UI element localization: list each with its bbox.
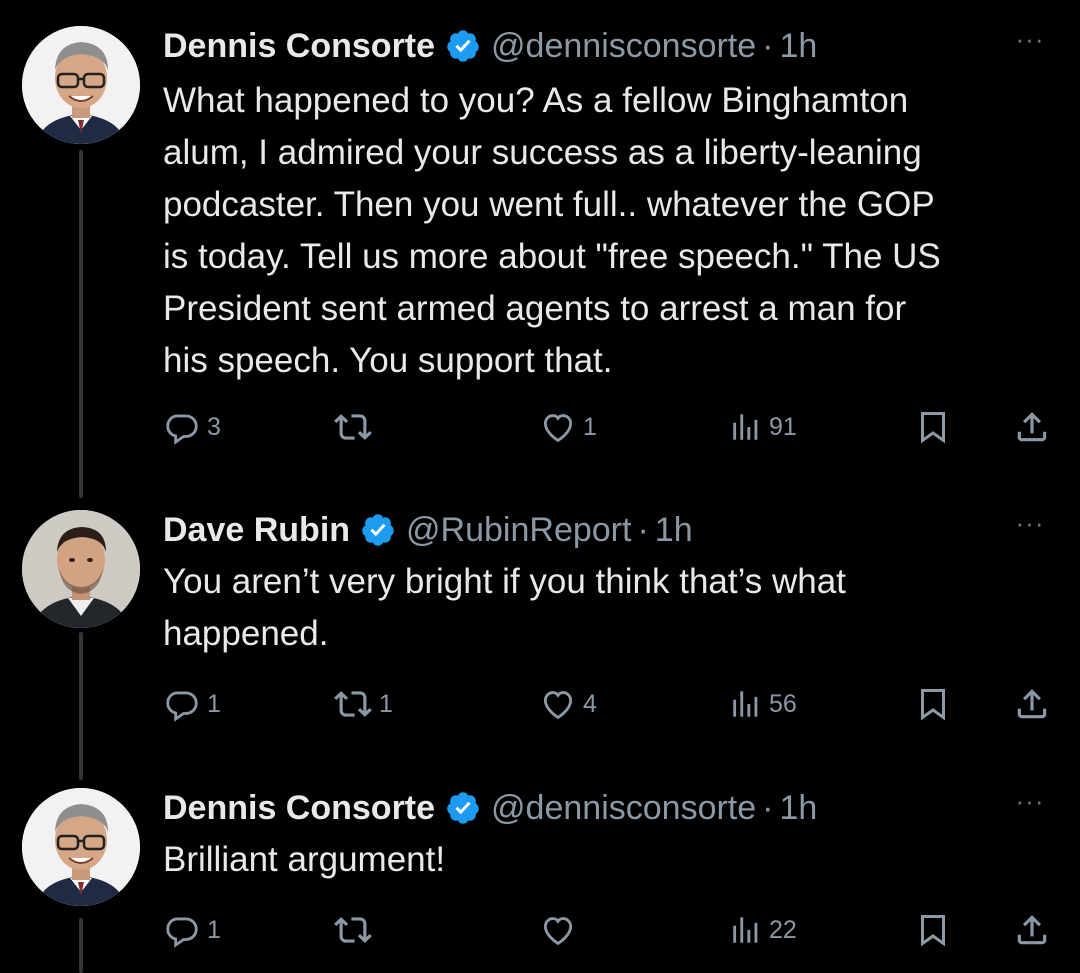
more-options-icon[interactable]: ··· [1010, 24, 1050, 54]
views-count: 56 [769, 689, 797, 718]
tweet-actions: 1 22 [163, 908, 1058, 952]
views-icon [729, 408, 763, 446]
views-count: 22 [769, 915, 797, 944]
like-count: 4 [583, 689, 597, 718]
timestamp[interactable]: 1h [780, 22, 818, 70]
repost-count: 1 [379, 689, 393, 718]
share-icon [1013, 685, 1051, 723]
repost-icon [333, 911, 373, 949]
bookmark-button[interactable] [915, 682, 951, 726]
bookmark-button[interactable] [915, 405, 951, 449]
views-button[interactable]: 22 [729, 908, 797, 952]
heart-icon [539, 911, 577, 949]
reply-button[interactable]: 3 [163, 405, 221, 449]
views-button[interactable]: 56 [729, 682, 797, 726]
author-handle[interactable]: @dennisconsorte [491, 784, 756, 832]
heart-icon [539, 685, 577, 723]
bookmark-icon [915, 911, 951, 949]
tweet[interactable]: Dennis Consorte @dennisconsorte · 1h ···… [0, 770, 1080, 973]
separator: · [762, 789, 774, 827]
author-name[interactable]: Dennis Consorte [163, 784, 435, 832]
timestamp[interactable]: 1h [780, 784, 818, 832]
repost-icon [333, 408, 373, 446]
repost-icon [333, 685, 373, 723]
views-icon [729, 685, 763, 723]
tweet[interactable]: Dave Rubin @RubinReport · 1h ··· You are… [0, 490, 1080, 760]
tweet-actions: 1 1 4 56 [163, 682, 1058, 726]
views-button[interactable]: 91 [729, 405, 797, 449]
tweet-header: Dennis Consorte @dennisconsorte · 1h [163, 784, 1056, 832]
verified-badge-icon [360, 512, 396, 548]
separator: · [637, 511, 649, 549]
timestamp[interactable]: 1h [655, 506, 693, 554]
share-icon [1013, 408, 1051, 446]
repost-button[interactable] [333, 908, 379, 952]
author-name[interactable]: Dave Rubin [163, 506, 350, 554]
repost-button[interactable]: 1 [333, 682, 393, 726]
tweet[interactable]: Dennis Consorte @dennisconsorte · 1h ···… [0, 0, 1080, 490]
separator: · [762, 27, 774, 65]
avatar[interactable] [22, 788, 140, 906]
reply-icon [163, 911, 201, 949]
verified-badge-icon [445, 790, 481, 826]
reply-count: 3 [207, 412, 221, 441]
share-button[interactable] [1013, 908, 1051, 952]
repost-button[interactable] [333, 405, 379, 449]
heart-icon [539, 408, 577, 446]
avatar[interactable] [22, 26, 140, 144]
reply-button[interactable]: 1 [163, 908, 221, 952]
bookmark-icon [915, 685, 951, 723]
share-button[interactable] [1013, 682, 1051, 726]
tweet-text: Brilliant argument! [163, 840, 446, 879]
tweet-header: Dave Rubin @RubinReport · 1h [163, 506, 1056, 554]
views-count: 91 [769, 412, 797, 441]
tweet-actions: 3 1 91 [163, 405, 1058, 449]
more-options-icon[interactable]: ··· [1010, 508, 1050, 538]
avatar[interactable] [22, 510, 140, 628]
bookmark-icon [915, 408, 951, 446]
reply-count: 1 [207, 689, 221, 718]
more-options-icon[interactable]: ··· [1010, 786, 1050, 816]
author-handle[interactable]: @RubinReport [406, 506, 631, 554]
author-handle[interactable]: @dennisconsorte [491, 22, 756, 70]
reply-button[interactable]: 1 [163, 682, 221, 726]
tweet-header: Dennis Consorte @dennisconsorte · 1h [163, 22, 1056, 70]
verified-badge-icon [445, 28, 481, 64]
like-button[interactable] [539, 908, 583, 952]
like-button[interactable]: 4 [539, 682, 597, 726]
like-count: 1 [583, 412, 597, 441]
tweet-text: What happened to you? As a fellow Bingha… [163, 81, 941, 380]
views-icon [729, 911, 763, 949]
reply-count: 1 [207, 915, 221, 944]
share-icon [1013, 911, 1051, 949]
share-button[interactable] [1013, 405, 1051, 449]
like-button[interactable]: 1 [539, 405, 597, 449]
bookmark-button[interactable] [915, 908, 951, 952]
author-name[interactable]: Dennis Consorte [163, 22, 435, 70]
tweet-text: You aren’t very bright if you think that… [163, 562, 846, 653]
reply-icon [163, 408, 201, 446]
reply-icon [163, 685, 201, 723]
